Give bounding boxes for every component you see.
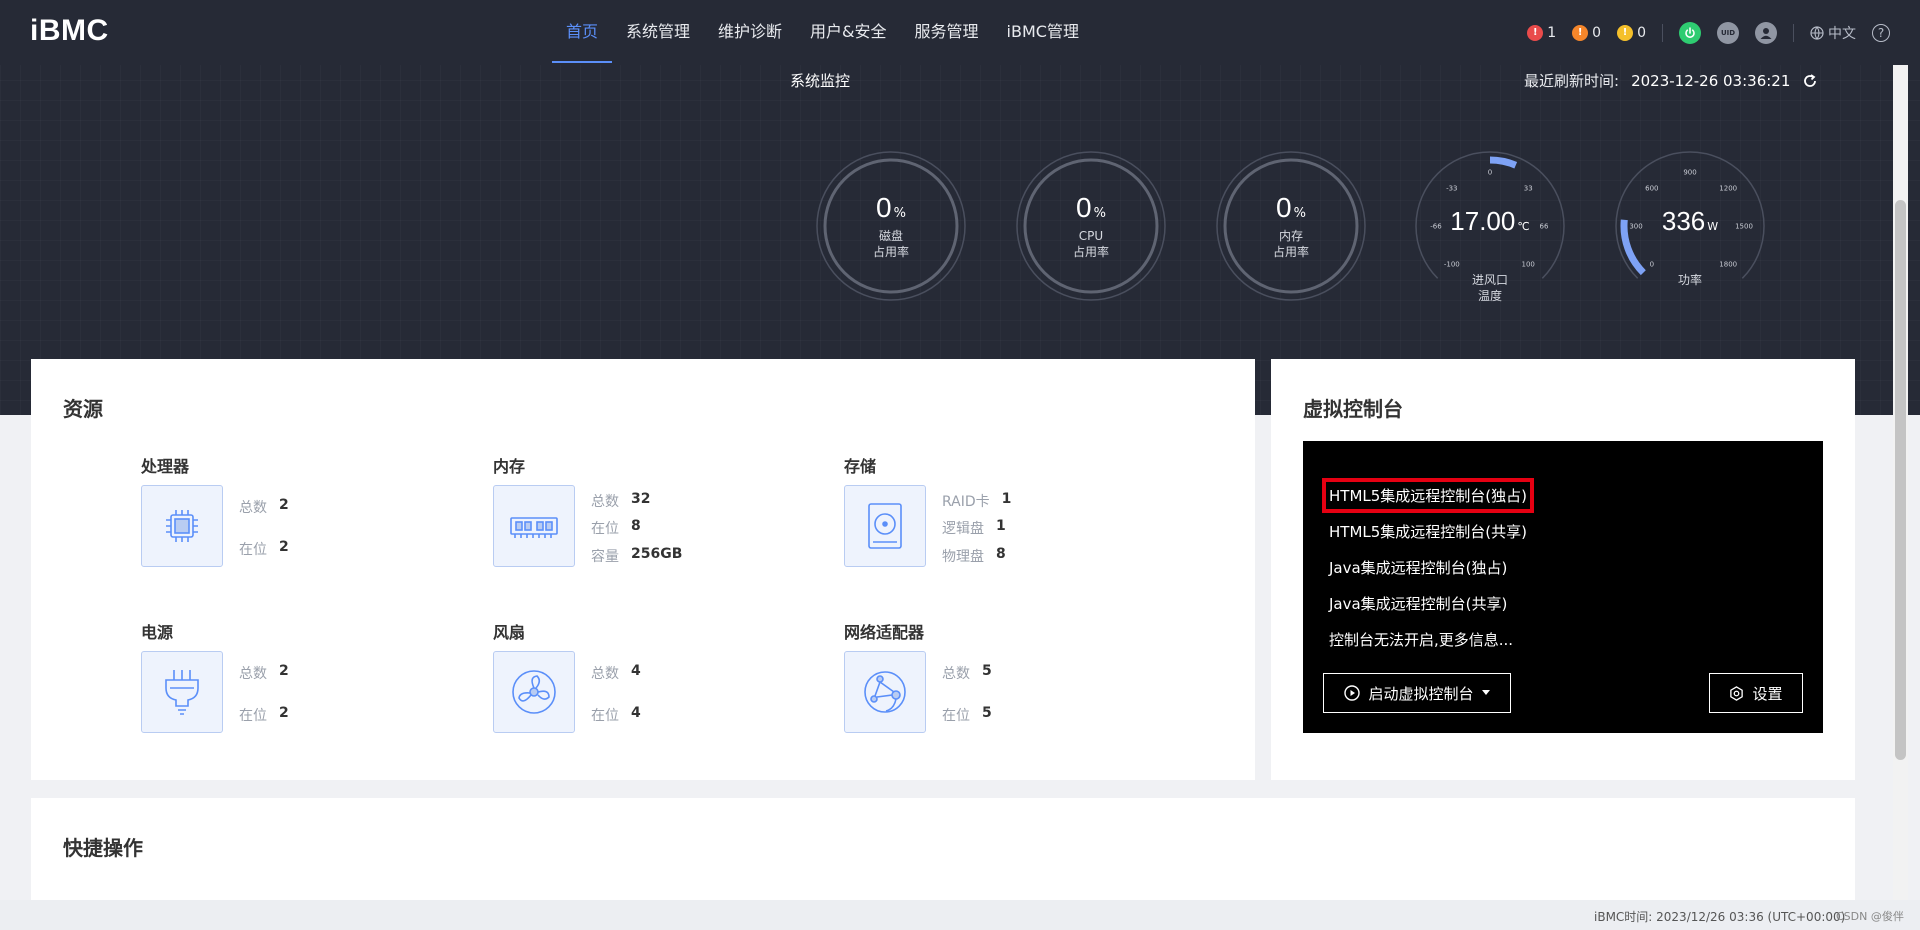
refresh-icon[interactable] bbox=[1802, 73, 1818, 89]
network-adapter-icon bbox=[844, 651, 926, 733]
temp-tick-label: 100 bbox=[1522, 261, 1535, 269]
ibmc-time: iBMC时间: 2023/12/26 03:36 (UTC+00:00) bbox=[1594, 910, 1846, 924]
cpu-usage-gauge: 0% CPU 占用率 bbox=[1015, 150, 1167, 302]
ibmc-logo: iBMC bbox=[30, 14, 109, 47]
critical-alarm-icon: ! bbox=[1527, 24, 1544, 41]
power-tick-label: 600 bbox=[1645, 184, 1658, 192]
power-supply-icon bbox=[141, 651, 223, 733]
memory-usage-gauge: 0% 内存 占用率 bbox=[1215, 150, 1367, 302]
help-icon[interactable]: ? bbox=[1872, 23, 1890, 42]
resource-power-supply[interactable]: 电源 总数 2 在位 2 bbox=[141, 619, 441, 739]
launch-console-button[interactable]: 启动虚拟控制台 bbox=[1323, 673, 1511, 713]
power-gauge: 0 300 600 900 1200 1500 1800 336 W 功率 bbox=[1614, 150, 1766, 302]
power-tick-label: 0 bbox=[1650, 261, 1654, 269]
divider bbox=[1662, 23, 1663, 42]
java-console-exclusive-link[interactable]: Java集成远程控制台(独占) bbox=[1329, 557, 1507, 578]
settings-icon bbox=[1730, 685, 1744, 701]
temp-tick-label: 0 bbox=[1488, 169, 1492, 177]
temp-tick-label: -33 bbox=[1446, 184, 1457, 192]
uid-icon[interactable]: UID bbox=[1717, 21, 1739, 44]
alarm-critical[interactable]: ! 1 bbox=[1527, 24, 1556, 41]
power-tick-label: 1200 bbox=[1719, 184, 1737, 192]
fan-icon bbox=[493, 651, 575, 733]
top-navigation-bar: iBMC 首页 系统管理 维护诊断 用户&安全 服务管理 iBMC管理 ! 1 … bbox=[0, 0, 1920, 65]
resource-storage[interactable]: 存储 RAID卡 1 逻辑盘 1 物理盘 8 bbox=[844, 453, 1164, 573]
scrollbar-thumb[interactable] bbox=[1895, 200, 1906, 760]
play-icon bbox=[1344, 685, 1361, 701]
nav-maintenance[interactable]: 维护诊断 bbox=[704, 0, 796, 65]
main-nav: 首页 系统管理 维护诊断 用户&安全 服务管理 iBMC管理 bbox=[552, 0, 1093, 65]
console-settings-button[interactable]: 设置 bbox=[1709, 673, 1803, 713]
nav-ibmc-management[interactable]: iBMC管理 bbox=[993, 0, 1093, 65]
resource-processor[interactable]: 处理器 总数 2 在位 2 bbox=[141, 453, 441, 573]
alarm-minor[interactable]: ! 0 bbox=[1617, 24, 1646, 41]
nav-system-management[interactable]: 系统管理 bbox=[612, 0, 704, 65]
nav-user-security[interactable]: 用户&安全 bbox=[796, 0, 900, 65]
user-avatar-icon[interactable] bbox=[1755, 21, 1777, 44]
cpu-usage-value: 0 bbox=[1076, 192, 1092, 223]
storage-icon bbox=[844, 485, 926, 567]
temperature-level-arc bbox=[1489, 156, 1518, 169]
power-tick-label: 900 bbox=[1683, 169, 1696, 177]
nav-service-management[interactable]: 服务管理 bbox=[901, 0, 993, 65]
html5-console-shared-link[interactable]: HTML5集成远程控制台(共享) bbox=[1329, 521, 1527, 542]
resource-network-adapter[interactable]: 网络适配器 总数 5 在位 5 bbox=[844, 619, 1164, 739]
console-help-link[interactable]: 控制台无法开启,更多信息... bbox=[1329, 629, 1513, 650]
resource-fan[interactable]: 风扇 总数 4 在位 4 bbox=[493, 619, 793, 739]
processor-icon bbox=[141, 485, 223, 567]
minor-alarm-icon: ! bbox=[1617, 24, 1634, 41]
alarm-major[interactable]: ! 0 bbox=[1572, 24, 1601, 41]
system-monitor-title: 系统监控 bbox=[790, 72, 851, 90]
console-panel: HTML5集成远程控制台(独占) HTML5集成远程控制台(共享) Java集成… bbox=[1303, 441, 1823, 733]
memory-icon bbox=[493, 485, 575, 567]
divider bbox=[1793, 23, 1794, 42]
temp-tick-label: -100 bbox=[1444, 261, 1460, 269]
inlet-temperature-gauge: -100 -66 -33 0 33 66 100 17.00 ℃ 进风口 温度 bbox=[1414, 150, 1566, 303]
refresh-info: 最近刷新时间: 2023-12-26 03:36:21 bbox=[1524, 70, 1818, 91]
memory-usage-value: 0 bbox=[1276, 192, 1292, 223]
language-switch[interactable]: 中文 bbox=[1810, 23, 1856, 43]
resources-title: 资源 bbox=[63, 397, 103, 421]
temperature-value: 17.00 bbox=[1450, 206, 1516, 236]
header-tools: ! 1 ! 0 ! 0 UID 中文 ? bbox=[1527, 0, 1890, 65]
refresh-time: 2023-12-26 03:36:21 bbox=[1631, 71, 1791, 90]
nav-home[interactable]: 首页 bbox=[552, 0, 613, 65]
watermark: CSDN @俊伴 bbox=[1836, 910, 1904, 923]
virtual-console-title: 虚拟控制台 bbox=[1303, 397, 1403, 421]
java-console-shared-link[interactable]: Java集成远程控制台(共享) bbox=[1329, 593, 1507, 614]
major-alarm-icon: ! bbox=[1572, 24, 1589, 41]
status-footer: iBMC时间: 2023/12/26 03:36 (UTC+00:00) CSD… bbox=[0, 900, 1920, 930]
globe-icon bbox=[1810, 25, 1824, 40]
refresh-label: 最近刷新时间: bbox=[1524, 72, 1620, 90]
quick-operations-card: 快捷操作 bbox=[31, 798, 1855, 900]
resources-card: 资源 处理器 总数 2 在位 2 内存 总数 32 在位 8 容量 256GB 存储 RA… bbox=[31, 359, 1255, 780]
caret-down-icon bbox=[1481, 690, 1490, 695]
power-value: 336 bbox=[1661, 206, 1706, 236]
power-tick-label: 1800 bbox=[1719, 261, 1737, 269]
temp-tick-label: 33 bbox=[1524, 184, 1533, 192]
disk-usage-gauge: 0% 磁盘 占用率 bbox=[815, 150, 967, 302]
html5-console-exclusive-link[interactable]: HTML5集成远程控制台(独占) bbox=[1322, 478, 1534, 513]
virtual-console-card: 虚拟控制台 HTML5集成远程控制台(独占) HTML5集成远程控制台(共享) … bbox=[1271, 359, 1855, 780]
resource-memory[interactable]: 内存 总数 32 在位 8 容量 256GB bbox=[493, 453, 793, 573]
disk-usage-value: 0 bbox=[876, 192, 892, 223]
quick-operations-title: 快捷操作 bbox=[63, 836, 143, 860]
power-icon[interactable] bbox=[1679, 21, 1701, 44]
